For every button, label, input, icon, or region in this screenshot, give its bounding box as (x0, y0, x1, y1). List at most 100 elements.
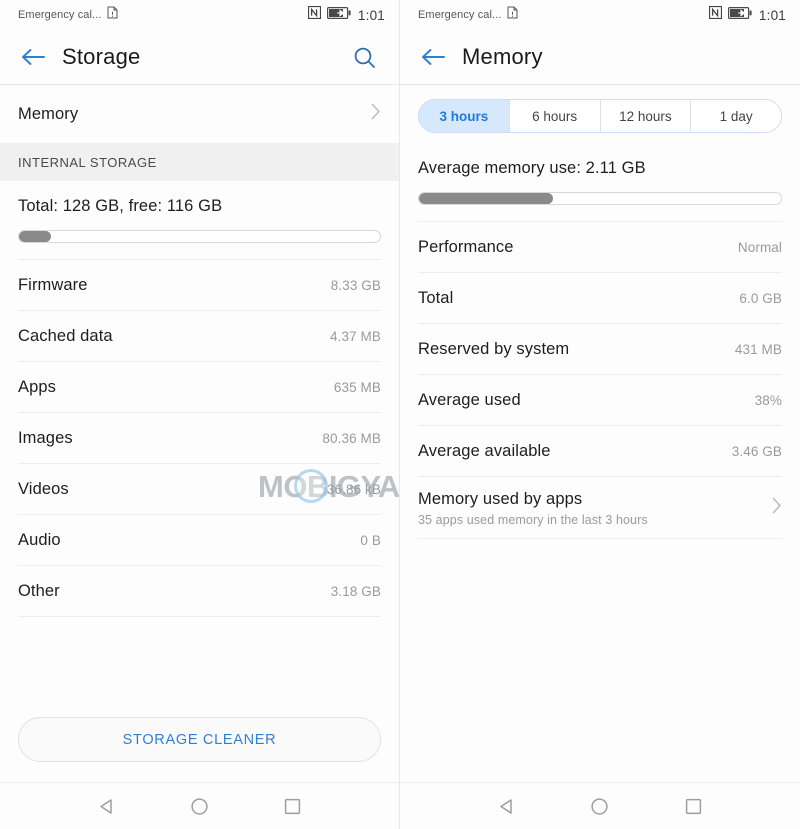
row-label: Other (18, 582, 60, 600)
battery-charging-icon (727, 6, 753, 24)
carrier-label: Emergency cal... (18, 9, 102, 21)
table-row[interactable]: Audio 0 B (0, 515, 399, 566)
nav-recents-square-icon[interactable] (273, 786, 313, 826)
table-row[interactable]: Images 80.36 MB (0, 413, 399, 464)
row-divider (18, 616, 381, 617)
chevron-right-icon (371, 103, 381, 125)
row-value: 8.33 GB (330, 278, 381, 293)
sim-card-icon (107, 6, 118, 24)
table-row[interactable]: Average used 38% (400, 375, 800, 426)
table-row[interactable]: Performance Normal (400, 222, 800, 273)
status-bar-right: 1:01 (708, 5, 786, 24)
nav-back-triangle-icon[interactable] (487, 786, 527, 826)
apps-row-label: Memory used by apps (418, 489, 583, 508)
page-title: Memory (462, 44, 543, 69)
row-label: Images (18, 429, 73, 447)
row-value: 80.36 MB (322, 431, 381, 446)
status-bar-left: Emergency cal... (418, 6, 518, 24)
row-value: 36.86 kB (326, 482, 381, 497)
storage-progress-track (18, 230, 381, 243)
memory-screen: Emergency cal... 1:01 Memory 3 hours 6 h… (400, 0, 800, 829)
storage-progress-bar (0, 216, 399, 259)
status-bar: Emergency cal... 1:01 (0, 0, 399, 30)
row-divider (418, 538, 782, 539)
row-value: 635 MB (333, 380, 381, 395)
status-bar: Emergency cal... 1:01 (400, 0, 800, 30)
table-row[interactable]: Videos 36.86 kB (0, 464, 399, 515)
memory-row-label: Memory (18, 104, 79, 123)
nav-back-triangle-icon[interactable] (87, 786, 127, 826)
nfc-icon (307, 5, 322, 24)
row-label: Performance (418, 238, 514, 256)
row-value: 3.46 GB (731, 444, 782, 459)
storage-cleaner-button[interactable]: STORAGE CLEANER (18, 717, 381, 762)
table-row[interactable]: Apps 635 MB (0, 362, 399, 413)
nfc-icon (708, 5, 723, 24)
row-value: 38% (754, 393, 782, 408)
time-range-tabs: 3 hours 6 hours 12 hours 1 day (400, 85, 800, 145)
storage-screen: Emergency cal... 1:01 Storage Memory INT… (0, 0, 400, 829)
dual-screenshot-container: Emergency cal... 1:01 Storage Memory INT… (0, 0, 800, 829)
row-value: 6.0 GB (739, 291, 782, 306)
table-row[interactable]: Average available 3.46 GB (400, 426, 800, 477)
back-arrow-icon[interactable] (416, 40, 450, 74)
memory-progress-fill (419, 193, 553, 204)
battery-charging-icon (326, 6, 352, 24)
row-value: 4.37 MB (330, 329, 381, 344)
row-label: Average available (418, 442, 551, 460)
table-row[interactable]: Cached data 4.37 MB (0, 311, 399, 362)
navigation-bar (400, 782, 800, 829)
navigation-bar (0, 782, 399, 829)
apps-row-text: Memory used by apps 35 apps used memory … (418, 490, 648, 527)
nav-home-circle-icon[interactable] (580, 786, 620, 826)
tab-1-day[interactable]: 1 day (691, 100, 781, 132)
title-bar: Memory (400, 30, 800, 85)
storage-content: Memory INTERNAL STORAGE Total: 128 GB, f… (0, 85, 399, 717)
clock-label: 1:01 (758, 7, 786, 23)
search-icon[interactable] (347, 40, 381, 74)
row-label: Total (418, 289, 454, 307)
table-row[interactable]: Other 3.18 GB (0, 566, 399, 617)
internal-storage-section-header: INTERNAL STORAGE (0, 143, 399, 181)
tab-12-hours[interactable]: 12 hours (600, 100, 692, 132)
memory-used-by-apps-row[interactable]: Memory used by apps 35 apps used memory … (400, 477, 800, 539)
clock-label: 1:01 (357, 7, 385, 23)
row-label: Apps (18, 378, 57, 396)
row-value: 0 B (360, 533, 381, 548)
row-value: 3.18 GB (330, 584, 381, 599)
memory-content: 3 hours 6 hours 12 hours 1 day Average memo… (400, 85, 800, 782)
storage-total-label: Total: 128 GB, free: 116 GB (18, 197, 223, 215)
chevron-right-icon (772, 497, 782, 519)
storage-item-list: Firmware 8.33 GB Cached data 4.37 MB Apps 635… (0, 260, 399, 617)
storage-cleaner-area: STORAGE CLEANER (0, 717, 399, 782)
row-label: Videos (18, 480, 69, 498)
nav-home-circle-icon[interactable] (180, 786, 220, 826)
row-label: Firmware (18, 276, 88, 294)
tab-3-hours[interactable]: 3 hours (419, 100, 510, 132)
storage-progress-fill (19, 231, 52, 242)
carrier-label: Emergency cal... (418, 9, 502, 21)
sidebar-item-memory[interactable]: Memory (0, 85, 399, 143)
title-bar: Storage (0, 30, 399, 85)
back-arrow-icon[interactable] (16, 40, 50, 74)
average-memory-use-label: Average memory use: 2.11 GB (418, 159, 646, 177)
memory-item-list: Performance Normal Total 6.0 GB Reserved by … (400, 222, 800, 477)
table-row[interactable]: Firmware 8.33 GB (0, 260, 399, 311)
row-value: 431 MB (734, 342, 782, 357)
nav-recents-square-icon[interactable] (673, 786, 713, 826)
tab-6-hours[interactable]: 6 hours (509, 100, 601, 132)
table-row[interactable]: Reserved by system 431 MB (400, 324, 800, 375)
row-label: Average used (418, 391, 521, 409)
row-label: Cached data (18, 327, 113, 345)
memory-progress-track (418, 192, 782, 205)
row-label: Reserved by system (418, 340, 570, 358)
row-value: Normal (737, 240, 782, 255)
apps-row-sublabel: 35 apps used memory in the last 3 hours (418, 512, 648, 527)
time-range-segmented-control: 3 hours 6 hours 12 hours 1 day (418, 99, 782, 133)
page-title: Storage (62, 44, 141, 69)
table-row[interactable]: Total 6.0 GB (400, 273, 800, 324)
status-bar-left: Emergency cal... (18, 6, 118, 24)
row-label: Audio (18, 531, 61, 549)
memory-progress-bar (400, 178, 800, 221)
status-bar-right: 1:01 (307, 5, 385, 24)
